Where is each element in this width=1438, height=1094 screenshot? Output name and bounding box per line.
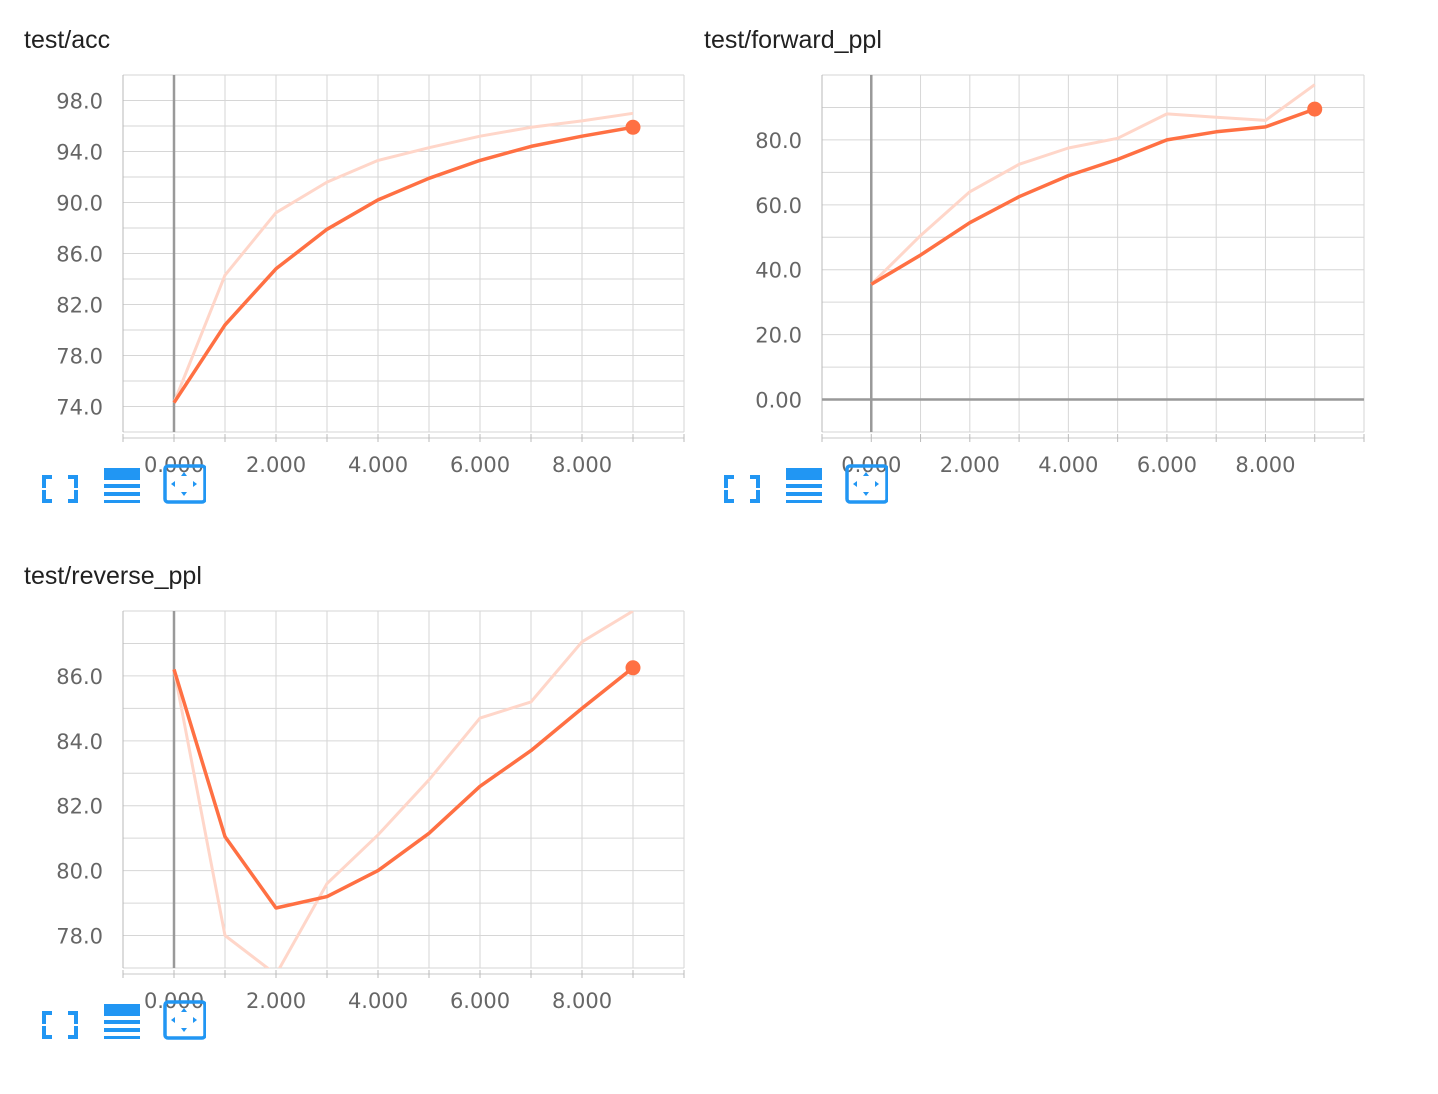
y-tick-label: 84.0 [56, 730, 103, 754]
smoothed-series-line [172, 666, 635, 910]
fit-domain-button[interactable] [162, 464, 206, 504]
fullscreen-button[interactable] [38, 464, 82, 504]
raw-series-line [172, 111, 634, 404]
fullscreen-button[interactable] [38, 1000, 82, 1040]
y-tick-label: 80.0 [56, 860, 103, 884]
smoothed-series-line [870, 107, 1316, 286]
line-chart[interactable]: 0.000 2.000 4.000 6.000 8.00078.080.082.084.… [0, 536, 700, 1056]
fit-domain-icon [163, 464, 206, 504]
x-tick-label: 2.000 [246, 989, 306, 1013]
data-table-button[interactable] [100, 1000, 144, 1040]
fullscreen-icon [724, 475, 760, 503]
fullscreen-icon [42, 475, 78, 503]
fit-domain-button[interactable] [162, 1000, 206, 1040]
y-tick-label: 0.00 [755, 389, 802, 413]
last-point-marker [625, 119, 641, 135]
y-tick-label: 90.0 [56, 192, 103, 216]
data-table-icon [104, 468, 140, 503]
x-tick-label: 6.000 [450, 453, 510, 477]
y-tick-label: 94.0 [56, 141, 103, 165]
x-tick-label: 4.000 [1038, 453, 1098, 477]
data-table-button[interactable] [782, 464, 826, 504]
smoothed-series-line [172, 125, 634, 404]
fit-domain-button[interactable] [844, 464, 888, 504]
y-tick-label: 78.0 [56, 925, 103, 949]
x-tick-label: 2.000 [246, 453, 306, 477]
line-chart[interactable]: 0.000 2.000 4.000 6.000 8.0000.0020.040.060.… [680, 0, 1380, 520]
y-tick-label: 60.0 [755, 194, 802, 218]
chart-card-test-reverse-ppl: test/reverse_ppl 0.000 2.000 4.000 6.000 8.0… [0, 536, 700, 1056]
grid [122, 74, 685, 433]
data-table-icon [104, 1004, 140, 1039]
x-tick-label: 6.000 [450, 989, 510, 1013]
x-tick-label: 8.000 [1235, 453, 1295, 477]
last-point-marker [1307, 101, 1323, 117]
y-tick-label: 40.0 [755, 259, 802, 283]
y-tick-label: 86.0 [56, 665, 103, 689]
fullscreen-button[interactable] [720, 464, 764, 504]
x-tick-label: 8.000 [552, 989, 612, 1013]
fit-domain-icon [845, 464, 888, 504]
data-table-button[interactable] [100, 464, 144, 504]
y-tick-label: 82.0 [56, 795, 103, 819]
y-tick-label: 98.0 [56, 90, 103, 114]
x-tick-label: 6.000 [1137, 453, 1197, 477]
grid [122, 610, 685, 969]
fit-domain-icon [163, 1000, 206, 1040]
x-tick-label: 8.000 [552, 453, 612, 477]
raw-series-line [870, 83, 1316, 286]
y-tick-label: 86.0 [56, 243, 103, 267]
y-tick-label: 74.0 [56, 396, 103, 420]
line-chart[interactable]: 0.000 2.000 4.000 6.000 8.00074.078.082.086.… [0, 0, 700, 520]
chart-card-test-acc: test/acc 0.000 2.000 4.000 6.000 8.000 74.0 78… [0, 0, 700, 520]
last-point-marker [625, 660, 641, 676]
x-tick-label: 2.000 [940, 453, 1000, 477]
x-tick-label: 4.000 [348, 453, 408, 477]
fullscreen-icon [42, 1011, 78, 1039]
y-tick-label: 78.0 [56, 345, 103, 369]
raw-series-line [172, 611, 634, 968]
chart-card-test-forward-ppl: test/forward_ppl 0.000 2.000 4.000 6.000 8.0… [680, 0, 1380, 520]
y-tick-label: 80.0 [755, 129, 802, 153]
y-tick-label: 20.0 [755, 324, 802, 348]
data-table-icon [786, 468, 822, 503]
y-tick-label: 82.0 [56, 294, 103, 318]
x-tick-label: 4.000 [348, 989, 408, 1013]
